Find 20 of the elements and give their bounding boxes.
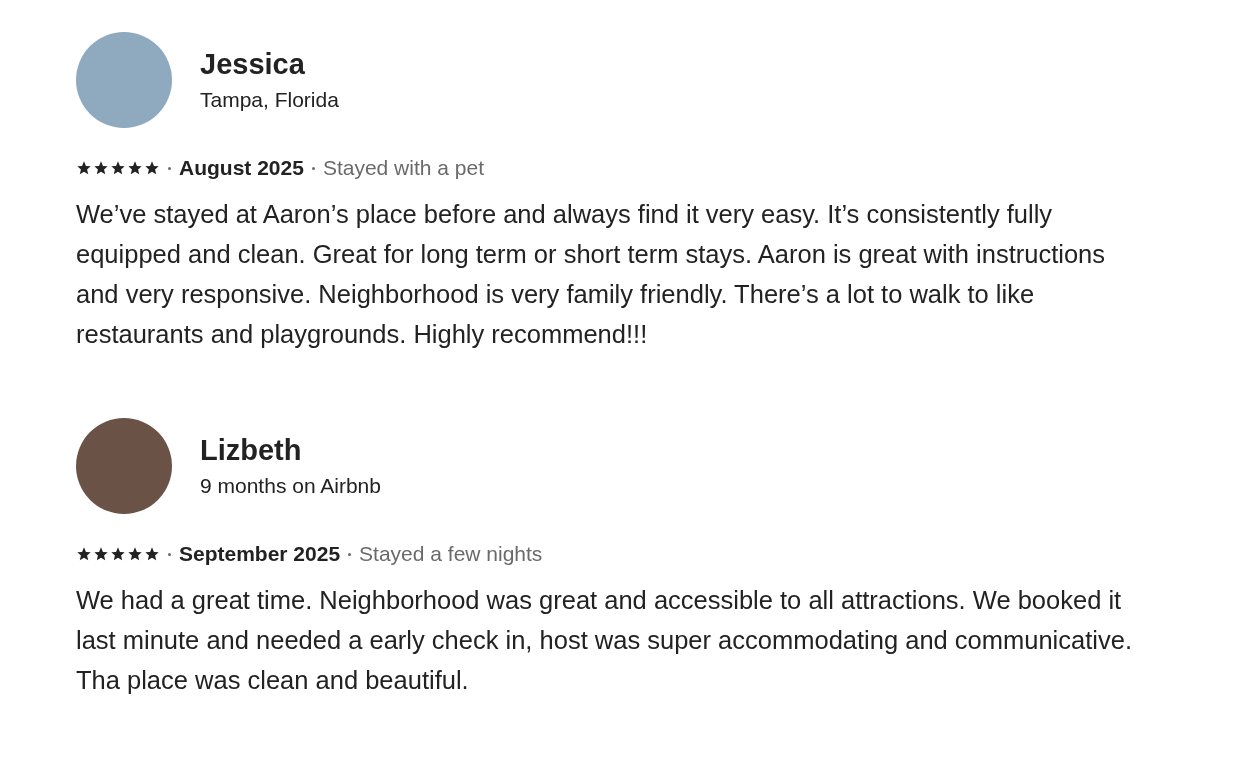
review-date: August 2025 — [179, 155, 304, 181]
reviewer-subtitle: 9 months on Airbnb — [200, 473, 381, 499]
star-icon — [127, 160, 143, 176]
star-icon — [110, 546, 126, 562]
star-icon — [127, 546, 143, 562]
reviewer-subtitle: Tampa, Florida — [200, 87, 339, 113]
review-text: We’ve stayed at Aaron’s place before and always find it very easy. It’s consistently fully equipped and clean. Great for long term or short term stays. Aaron is great with instructions and very responsive. Neighborhood is very family friendly. There’s a lot to walk to like restaurants and playgrounds. Highly recommend!!! — [76, 199, 1106, 350]
star-icon — [76, 160, 92, 176]
star-icon — [76, 546, 92, 562]
star-icon — [110, 160, 126, 176]
stay-type: Stayed a few nights — [359, 541, 543, 567]
review-text: We had a great time. Neighborhood was great and accessible to all attractions. We booked it last minute and needed a early check in, host was super accommodating and communicative. Tha place was clean and beautiful. — [76, 585, 1133, 696]
reviewer-name: Jessica — [200, 47, 306, 81]
stay-type: Stayed with a pet — [322, 155, 484, 181]
star-icon — [144, 160, 160, 176]
star-icon — [93, 546, 109, 562]
star-icon — [144, 546, 160, 562]
reviewer-name: Lizbeth — [200, 433, 303, 467]
review-date: September 2025 — [179, 541, 341, 567]
star-icon — [93, 160, 109, 176]
